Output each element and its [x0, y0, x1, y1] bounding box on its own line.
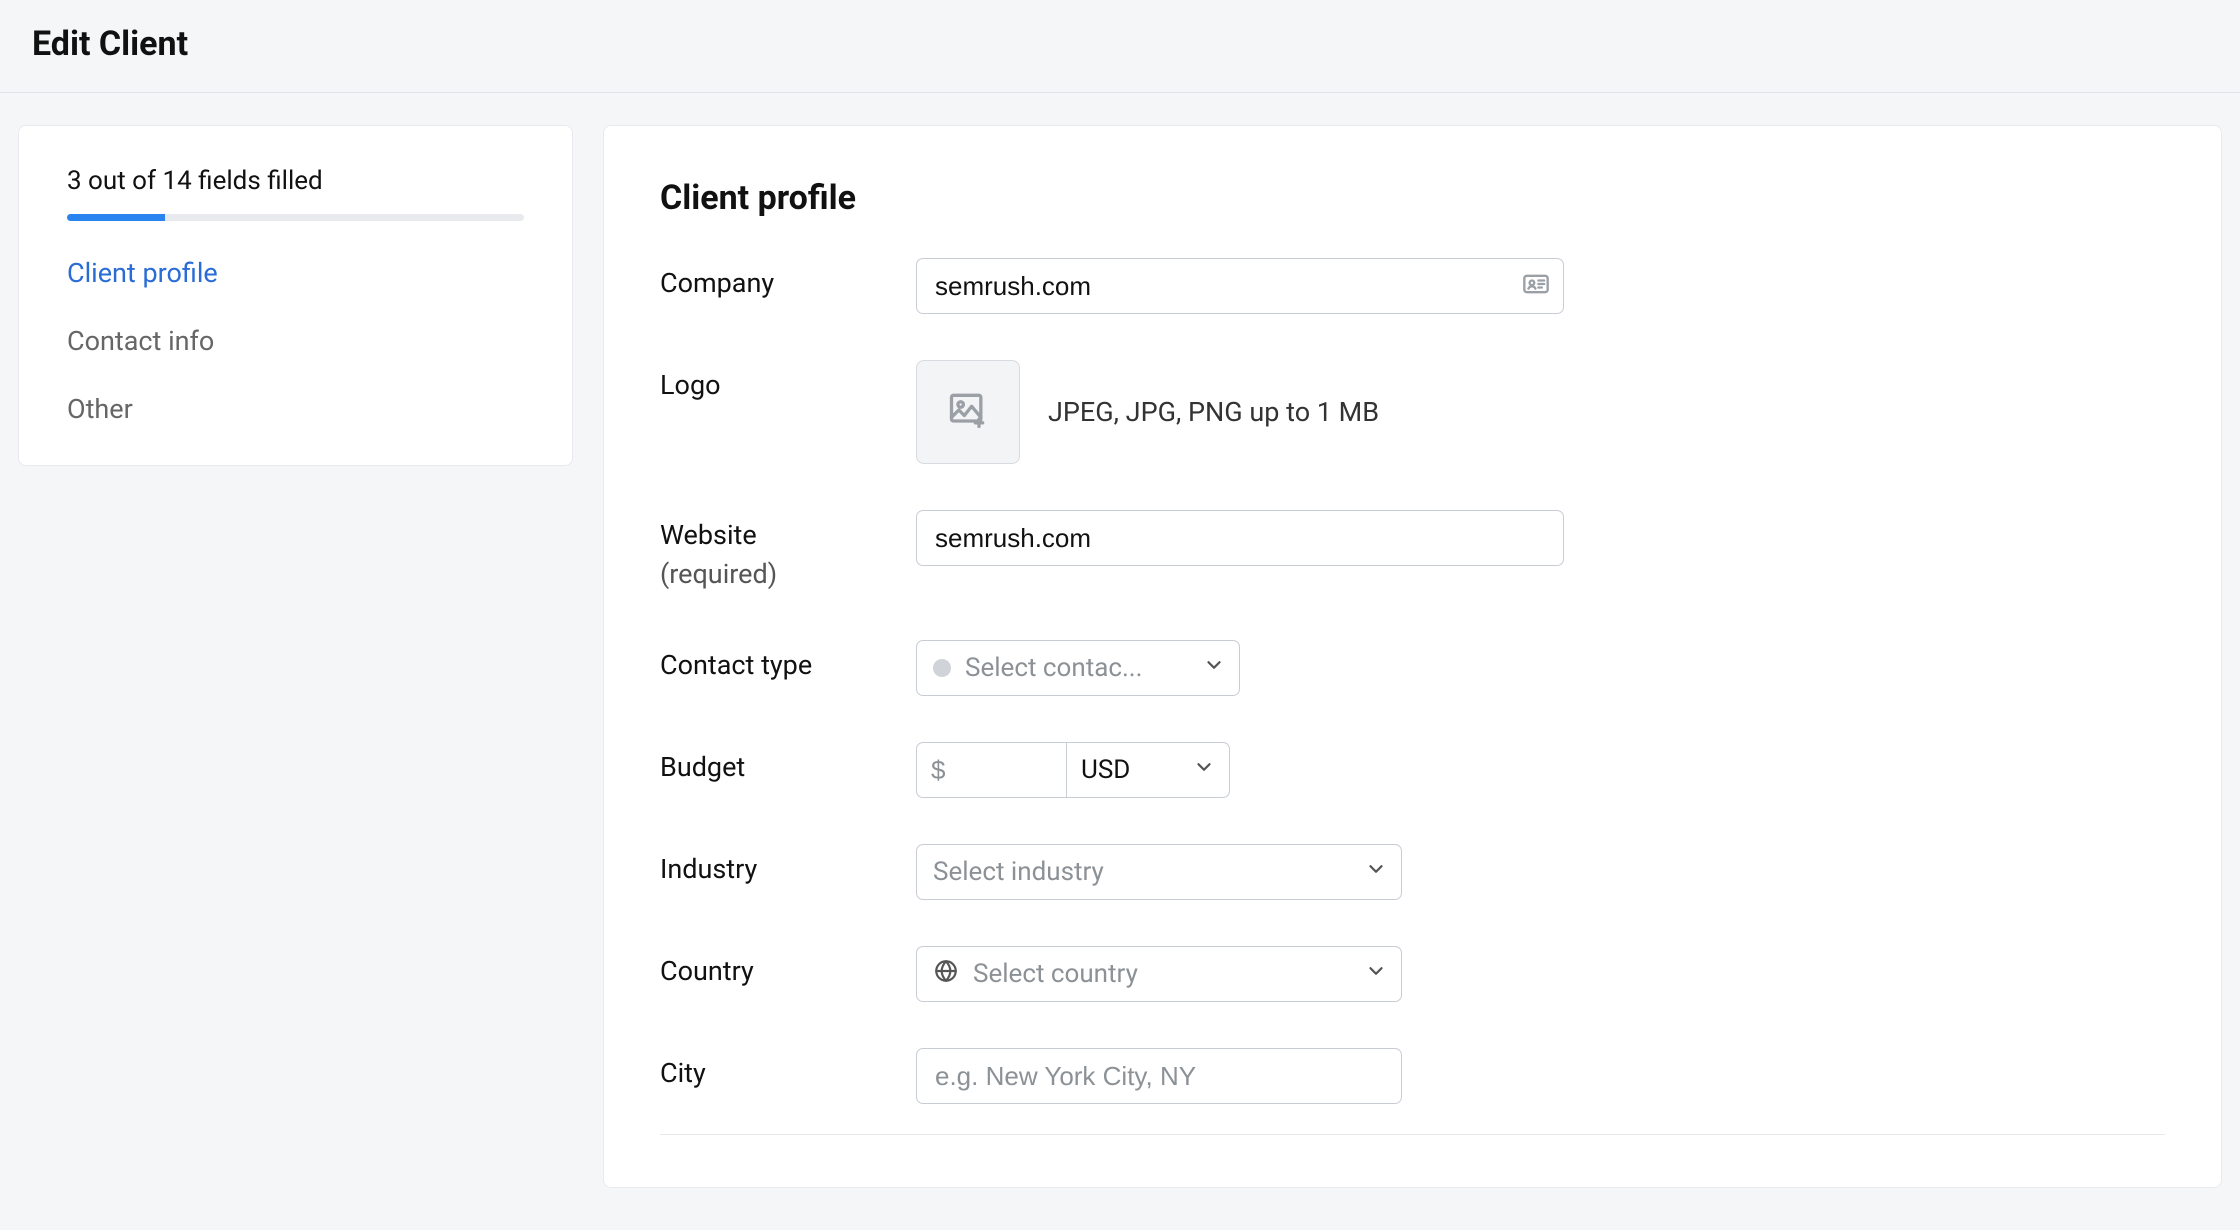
page-header: Edit Client [0, 0, 2240, 93]
row-industry: Industry Select industry [660, 844, 2165, 900]
row-website: Website (required) [660, 510, 2165, 594]
main-panel: Client profile Company Logo [603, 125, 2222, 1188]
status-dot-icon [933, 659, 951, 677]
label-country: Country [660, 946, 916, 991]
side-nav-other[interactable]: Other [67, 393, 524, 425]
row-country: Country Select country [660, 946, 2165, 1002]
contact-card-icon [1522, 270, 1550, 302]
label-company: Company [660, 258, 916, 303]
chevron-down-icon [1193, 755, 1215, 785]
country-placeholder: Select country [973, 959, 1138, 989]
company-input-wrap [916, 258, 1564, 314]
progress-label: 3 out of 14 fields filled [67, 166, 524, 196]
industry-placeholder: Select industry [933, 857, 1104, 887]
company-input[interactable] [916, 258, 1564, 314]
country-select[interactable]: Select country [916, 946, 1402, 1002]
row-contact-type: Contact type Select contac... [660, 640, 2165, 696]
side-nav-contact-info[interactable]: Contact info [67, 325, 524, 357]
globe-icon [933, 958, 959, 991]
contact-type-placeholder: Select contac... [965, 653, 1143, 683]
logo-hint: JPEG, JPG, PNG up to 1 MB [1048, 396, 1379, 428]
row-logo: Logo JPEG, JPG, PNG up to 1 MB [660, 360, 2165, 464]
chevron-down-icon [1365, 857, 1387, 887]
row-company: Company [660, 258, 2165, 314]
progress-bar [67, 214, 524, 221]
label-industry: Industry [660, 844, 916, 889]
budget-currency-value: USD [1081, 755, 1130, 785]
label-budget: Budget [660, 742, 916, 787]
budget-group: USD [916, 742, 1230, 798]
label-contact-type: Contact type [660, 640, 916, 685]
side-nav-client-profile[interactable]: Client profile [67, 257, 524, 289]
chevron-down-icon [1365, 959, 1387, 989]
label-website: Website (required) [660, 510, 916, 594]
contact-type-select[interactable]: Select contac... [916, 640, 1240, 696]
industry-select[interactable]: Select industry [916, 844, 1402, 900]
label-website-text: Website [660, 519, 757, 551]
section-title: Client profile [660, 178, 2165, 218]
logo-upload: JPEG, JPG, PNG up to 1 MB [916, 360, 1379, 464]
page-title: Edit Client [32, 24, 2208, 64]
layout: 3 out of 14 fields filled Client profile… [0, 93, 2240, 1188]
side-nav: Client profile Contact info Other [67, 257, 524, 425]
budget-currency-select[interactable]: USD [1066, 742, 1230, 798]
budget-amount-input[interactable] [916, 742, 1066, 798]
city-input[interactable] [916, 1048, 1402, 1104]
chevron-down-icon [1203, 653, 1225, 683]
logo-upload-box[interactable] [916, 360, 1020, 464]
label-website-required: (required) [660, 555, 916, 594]
section-divider [660, 1134, 2165, 1135]
row-city: City [660, 1048, 2165, 1104]
label-city: City [660, 1048, 916, 1093]
row-budget: Budget USD [660, 742, 2165, 798]
image-add-icon [946, 388, 990, 436]
label-logo: Logo [660, 360, 916, 405]
website-input[interactable] [916, 510, 1564, 566]
sidebar: 3 out of 14 fields filled Client profile… [18, 125, 573, 466]
progress-fill [67, 214, 165, 221]
